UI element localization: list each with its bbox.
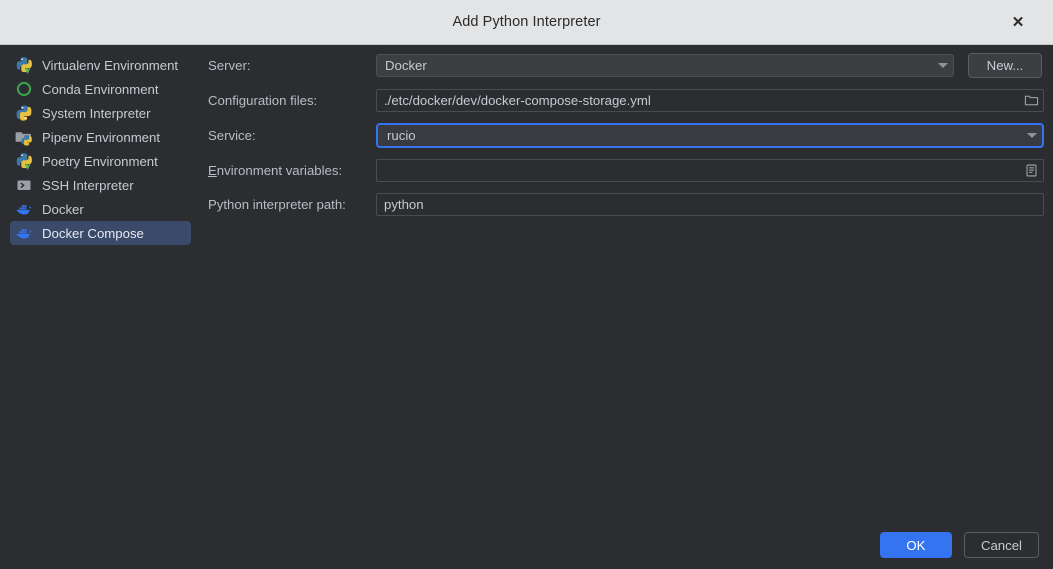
sidebar-item-pipenv-environment[interactable]: Pipenv Environment <box>10 125 191 149</box>
service-dropdown[interactable]: rucio <box>376 123 1044 148</box>
sidebar-item-docker[interactable]: Docker <box>10 197 191 221</box>
service-value: rucio <box>387 128 416 143</box>
server-value: Docker <box>385 58 427 73</box>
python-interpreter-path-input[interactable]: python <box>376 193 1044 216</box>
close-icon[interactable]: ✕ <box>1005 9 1031 35</box>
field-row-environment-variables: Environment variables: <box>208 159 1044 182</box>
folder-icon[interactable] <box>1019 93 1043 108</box>
dialog-body: Virtualenv Environment Conda Environment… <box>0 45 1053 569</box>
python-interpreter-path-value: python <box>384 197 424 212</box>
sidebar-item-label: System Interpreter <box>42 105 151 121</box>
python-venv-icon <box>15 152 33 170</box>
field-row-server: Server: Docker New... <box>208 53 1044 78</box>
environment-variables-input[interactable] <box>376 159 1044 182</box>
dialog-title: Add Python Interpreter <box>452 14 601 30</box>
service-label: Service: <box>208 128 256 143</box>
sidebar-item-label: Pipenv Environment <box>42 129 161 145</box>
configuration-files-value: ./etc/docker/dev/docker-compose-storage.… <box>384 93 651 108</box>
chevron-down-icon[interactable] <box>1022 133 1042 138</box>
sidebar-item-docker-compose[interactable]: Docker Compose <box>10 221 191 245</box>
mnemonic-letter: E <box>208 163 217 178</box>
sidebar-item-virtualenv-environment[interactable]: Virtualenv Environment <box>10 53 191 77</box>
sidebar-item-label: Docker <box>42 201 84 217</box>
terminal-icon <box>15 176 33 194</box>
field-row-python-interpreter-path: Python interpreter path: python <box>208 193 1044 216</box>
list-document-icon[interactable] <box>1019 163 1043 178</box>
sidebar-item-label: Docker Compose <box>42 225 144 241</box>
sidebar-item-ssh-interpreter[interactable]: SSH Interpreter <box>10 173 191 197</box>
sidebar-item-conda-environment[interactable]: Conda Environment <box>10 77 191 101</box>
python-interpreter-path-label: Python interpreter path: <box>208 197 346 212</box>
environment-variables-label: Environment variables: <box>208 163 376 178</box>
pipenv-folder-icon <box>15 128 33 146</box>
docker-whale-icon <box>15 200 33 218</box>
new-server-button[interactable]: New... <box>968 53 1042 78</box>
python-venv-icon <box>15 56 33 74</box>
python-icon <box>15 104 33 122</box>
dialog-footer: OK Cancel <box>879 532 1039 558</box>
sidebar-item-label: Virtualenv Environment <box>42 57 179 73</box>
sidebar-item-poetry-environment[interactable]: Poetry Environment <box>10 149 191 173</box>
server-dropdown[interactable]: Docker <box>376 54 954 77</box>
interpreter-settings-form: Server: Docker New... Configuration file… <box>200 45 1053 569</box>
interpreter-type-sidebar: Virtualenv Environment Conda Environment… <box>0 45 200 569</box>
docker-whale-icon <box>15 224 33 242</box>
cancel-button[interactable]: Cancel <box>963 532 1039 558</box>
sidebar-item-label: Conda Environment <box>42 81 159 97</box>
ok-button[interactable]: OK <box>879 532 952 558</box>
configuration-files-input[interactable]: ./etc/docker/dev/docker-compose-storage.… <box>376 89 1044 112</box>
configuration-files-label: Configuration files: <box>208 93 318 108</box>
sidebar-item-system-interpreter[interactable]: System Interpreter <box>10 101 191 125</box>
server-label: Server: <box>208 58 251 73</box>
chevron-down-icon[interactable] <box>933 63 953 68</box>
conda-circle-icon <box>15 80 33 98</box>
field-row-service: Service: rucio <box>208 123 1044 148</box>
field-row-configuration-files: Configuration files: ./etc/docker/dev/do… <box>208 89 1044 112</box>
sidebar-item-label: SSH Interpreter <box>42 177 134 193</box>
dialog-titlebar: Add Python Interpreter ✕ <box>0 0 1053 45</box>
environment-variables-label-rest: nvironment variables: <box>216 163 343 178</box>
sidebar-item-label: Poetry Environment <box>42 153 158 169</box>
